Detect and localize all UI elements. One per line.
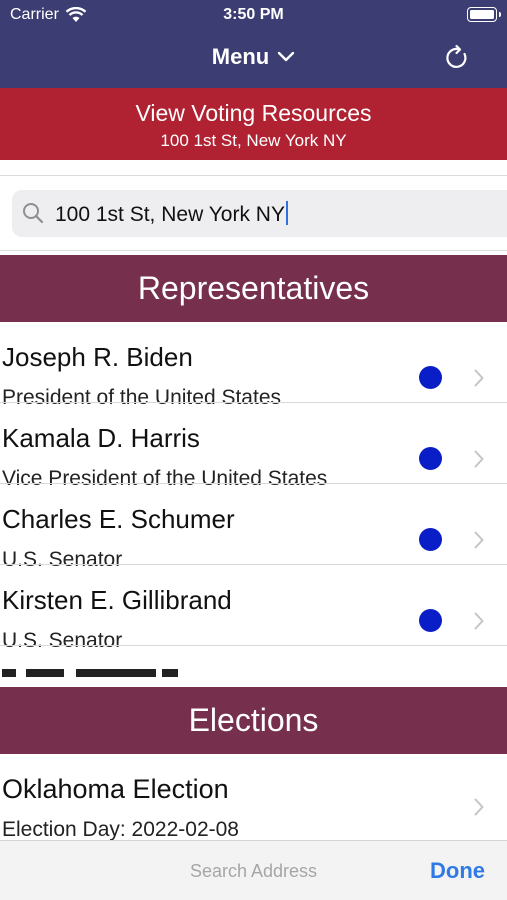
- divider: [0, 250, 507, 251]
- chevron-right-icon: [474, 798, 484, 816]
- representative-row[interactable]: Charles E. Schumer U.S. Senator: [0, 484, 507, 571]
- voting-resources-address: 100 1st St, New York NY: [160, 131, 347, 150]
- party-indicator: [419, 528, 442, 551]
- election-row[interactable]: Oklahoma Election Election Day: 2022-02-…: [0, 754, 507, 841]
- voting-resources-button[interactable]: View Voting Resources 100 1st St, New Yo…: [0, 88, 507, 160]
- representative-name: Joseph R. Biden: [2, 342, 193, 372]
- menu-button[interactable]: Menu: [0, 44, 507, 70]
- representative-name: Kamala D. Harris: [2, 423, 200, 453]
- search-icon: [23, 203, 44, 224]
- representative-row-partial[interactable]: [0, 662, 507, 687]
- chevron-right-icon: [474, 531, 484, 549]
- refresh-icon[interactable]: [443, 44, 471, 72]
- chevron-right-icon: [474, 450, 484, 468]
- representative-office: U.S. Senator: [2, 629, 123, 652]
- party-indicator: [419, 609, 442, 632]
- search-input[interactable]: 100 1st St, New York NY: [55, 201, 288, 227]
- clipped-row-text: [2, 669, 178, 677]
- voting-resources-title: View Voting Resources: [135, 100, 372, 126]
- representative-row[interactable]: Kirsten E. Gillibrand U.S. Senator: [0, 565, 507, 652]
- row-divider: [0, 645, 507, 646]
- address-search-field[interactable]: 100 1st St, New York NY: [12, 190, 507, 237]
- done-button[interactable]: Done: [430, 858, 485, 884]
- menu-label: Menu: [211, 44, 270, 69]
- election-name: Oklahoma Election: [2, 774, 229, 804]
- keyboard-accessory-toolbar: Search Address Done: [0, 840, 507, 900]
- representatives-header: Representatives: [0, 255, 507, 322]
- representative-name: Kirsten E. Gillibrand: [2, 585, 232, 615]
- battery-icon: [467, 7, 501, 22]
- text-cursor: [285, 201, 288, 225]
- navigation-bar: Menu: [0, 30, 507, 88]
- search-value: 100 1st St, New York NY: [55, 203, 285, 226]
- chevron-right-icon: [474, 369, 484, 387]
- party-indicator: [419, 366, 442, 389]
- party-indicator: [419, 447, 442, 470]
- representative-row[interactable]: Joseph R. Biden President of the United …: [0, 322, 507, 409]
- representative-row[interactable]: Kamala D. Harris Vice President of the U…: [0, 403, 507, 490]
- representatives-list: Joseph R. Biden President of the United …: [0, 322, 507, 687]
- divider: [0, 175, 507, 176]
- election-day: Election Day: 2022-02-08: [2, 818, 239, 841]
- representative-name: Charles E. Schumer: [2, 504, 235, 534]
- chevron-down-icon: [278, 51, 295, 62]
- chevron-right-icon: [474, 612, 484, 630]
- status-bar: Carrier 3:50 PM: [0, 0, 507, 30]
- elections-header: Elections: [0, 687, 507, 754]
- clock: 3:50 PM: [223, 6, 284, 23]
